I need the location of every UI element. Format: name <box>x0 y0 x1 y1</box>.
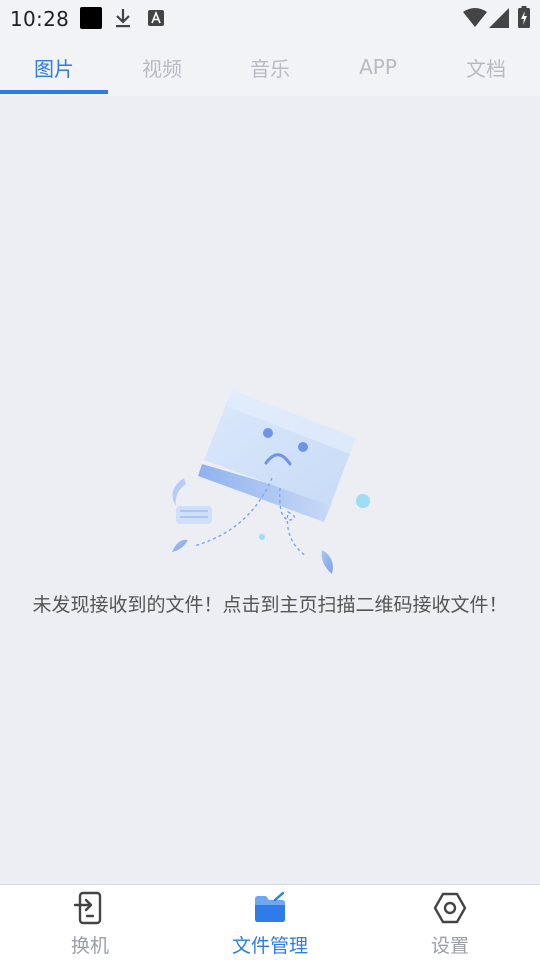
signal-icon <box>489 8 509 28</box>
phone-transfer-icon <box>73 891 102 925</box>
tab-apps[interactable]: APP <box>324 38 432 96</box>
category-tabs: 图片 视频 音乐 APP 文档 <box>0 38 540 96</box>
notification-block-icon <box>80 7 102 29</box>
text-a-icon <box>148 10 164 26</box>
nav-item-file-management[interactable]: 文件管理 <box>180 885 360 960</box>
download-icon <box>116 9 130 28</box>
tab-music[interactable]: 音乐 <box>216 38 324 96</box>
tab-videos[interactable]: 视频 <box>108 38 216 96</box>
status-bar: 10:28 <box>0 0 540 38</box>
active-tab-indicator <box>0 90 108 94</box>
bottom-navigation: 换机 文件管理 设置 <box>0 884 540 960</box>
wifi-icon <box>463 8 487 27</box>
tab-images[interactable]: 图片 <box>0 38 108 96</box>
battery-charging-icon <box>518 6 530 28</box>
nav-label-file-management: 文件管理 <box>231 935 308 957</box>
empty-state-message: 未发现接收到的文件！点击到主页扫描二维码接收文件！ <box>32 594 508 616</box>
settings-hexagon-icon <box>433 892 467 924</box>
status-time: 10:28 <box>10 7 70 31</box>
nav-label-phone-transfer: 换机 <box>70 935 109 957</box>
nav-label-settings: 设置 <box>430 935 469 957</box>
nav-item-phone-transfer[interactable]: 换机 <box>0 885 180 960</box>
folder-icon <box>255 891 285 922</box>
tab-documents[interactable]: 文档 <box>432 38 540 96</box>
nav-item-settings[interactable]: 设置 <box>360 885 540 960</box>
sad-folder-illustration <box>172 390 370 574</box>
